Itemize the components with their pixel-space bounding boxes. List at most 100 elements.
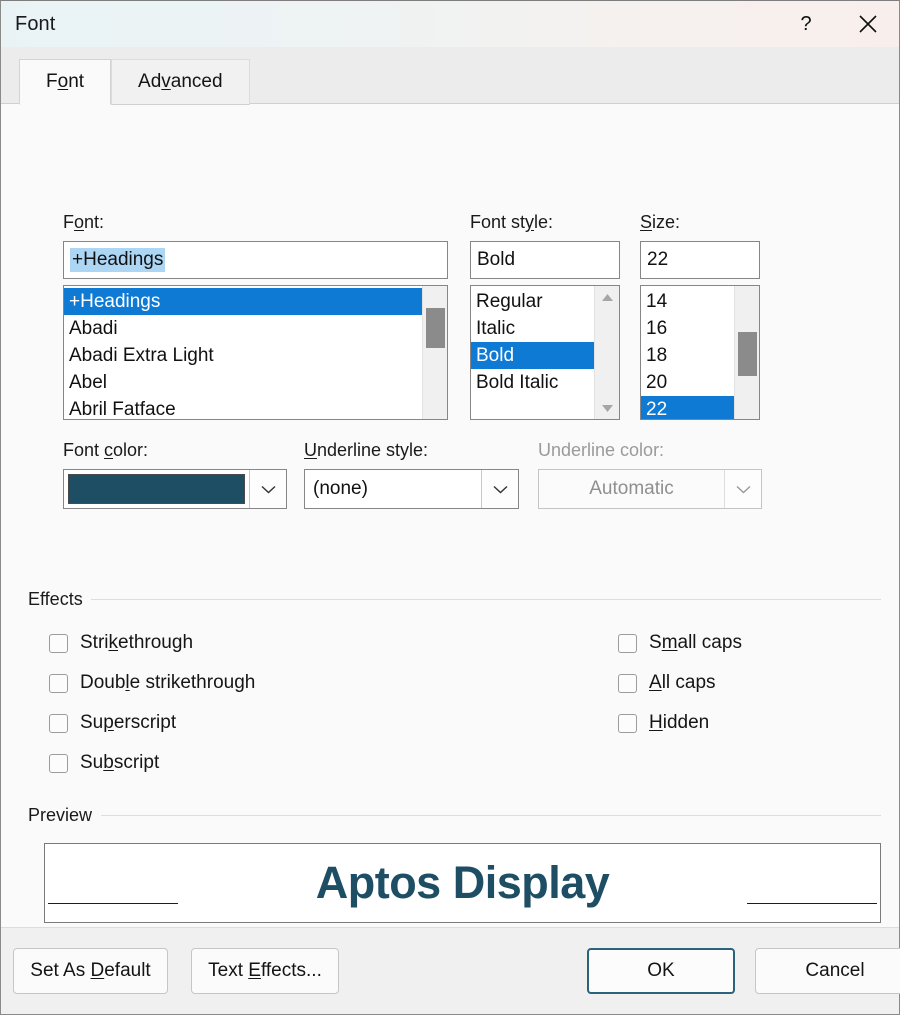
- checkbox-small-caps[interactable]: Small caps: [618, 623, 742, 663]
- font-color-swatch: [68, 474, 245, 504]
- underline-style-combo[interactable]: (none): [304, 469, 519, 509]
- checkbox-icon[interactable]: [49, 634, 68, 653]
- checkbox-strikethrough[interactable]: Strikethrough: [49, 623, 255, 663]
- preview-box: Aptos Display: [44, 843, 881, 923]
- list-item[interactable]: 14: [641, 288, 734, 315]
- checkbox-double-strikethrough[interactable]: Double strikethrough: [49, 663, 255, 703]
- font-style-group: Font style: Bold Regular Italic Bold Bol…: [470, 212, 620, 420]
- preview-group-divider: [101, 815, 881, 816]
- underline-color-combo: Automatic: [538, 469, 762, 509]
- list-item[interactable]: Abadi Extra Light: [64, 342, 422, 369]
- font-size-label: Size:: [640, 212, 760, 233]
- list-item[interactable]: Abadi: [64, 315, 422, 342]
- list-item[interactable]: Bold Italic: [471, 369, 594, 396]
- list-item[interactable]: 18: [641, 342, 734, 369]
- text-effects-button[interactable]: Text Effects...: [191, 948, 339, 994]
- checkbox-label: Double strikethrough: [80, 672, 255, 694]
- checkbox-icon[interactable]: [618, 634, 637, 653]
- font-color-label: Font color:: [63, 440, 287, 461]
- list-item[interactable]: 16: [641, 315, 734, 342]
- font-style-scrollbar[interactable]: [594, 286, 619, 419]
- checkbox-label: All caps: [649, 672, 716, 694]
- underline-style-value: (none): [305, 470, 481, 508]
- close-icon[interactable]: [845, 1, 891, 47]
- cancel-label: Cancel: [805, 960, 864, 982]
- dialog-title: Font: [15, 13, 55, 36]
- checkbox-icon[interactable]: [618, 674, 637, 693]
- effects-left-column: Strikethrough Double strikethrough Super…: [49, 623, 255, 783]
- checkbox-icon[interactable]: [49, 754, 68, 773]
- font-size-input[interactable]: 22: [640, 241, 760, 279]
- scrollbar-thumb[interactable]: [426, 308, 445, 348]
- set-as-default-label: Set As Default: [30, 960, 150, 982]
- tab-advanced-label: Advanced: [138, 71, 223, 93]
- underline-color-label: Underline color:: [538, 440, 762, 461]
- underline-style-group: Underline style: (none): [304, 440, 519, 509]
- font-style-listbox[interactable]: Regular Italic Bold Bold Italic: [470, 285, 620, 420]
- checkbox-hidden[interactable]: Hidden: [618, 703, 742, 743]
- font-style-label: Font style:: [470, 212, 620, 233]
- font-selection-row: Font: +Headings +Headings Abadi Abadi Ex…: [63, 212, 899, 420]
- list-item[interactable]: +Headings: [64, 288, 422, 315]
- underline-style-label: Underline style:: [304, 440, 519, 461]
- list-item[interactable]: 22: [641, 396, 734, 419]
- checkbox-all-caps[interactable]: All caps: [618, 663, 742, 703]
- list-item[interactable]: Abril Fatface: [64, 396, 422, 419]
- list-item[interactable]: Bold: [471, 342, 594, 369]
- preview-rule-left: [48, 903, 178, 904]
- font-label: Font:: [63, 212, 448, 233]
- help-icon[interactable]: ?: [783, 1, 829, 47]
- font-color-swatch-wrap: [64, 470, 249, 508]
- font-style-input[interactable]: Bold: [470, 241, 620, 279]
- underline-color-group: Underline color: Automatic: [538, 440, 762, 509]
- font-color-group: Font color:: [63, 440, 287, 509]
- color-row: Font color: Underline style: (none): [63, 440, 899, 509]
- checkbox-subscript[interactable]: Subscript: [49, 743, 255, 783]
- scroll-up-icon[interactable]: [595, 286, 620, 308]
- cancel-button[interactable]: Cancel: [755, 948, 900, 994]
- font-listbox[interactable]: +Headings Abadi Abadi Extra Light Abel A…: [63, 285, 448, 420]
- scroll-down-icon[interactable]: [595, 397, 620, 419]
- checkbox-icon[interactable]: [49, 674, 68, 693]
- font-style-list-items: Regular Italic Bold Bold Italic: [471, 286, 594, 419]
- preview-rule-right: [747, 903, 877, 904]
- ok-button[interactable]: OK: [587, 948, 735, 994]
- footer-bar: Set As Default Text Effects... OK Cancel: [1, 928, 899, 1014]
- chevron-down-icon[interactable]: [249, 470, 286, 508]
- font-input-value: +Headings: [70, 248, 165, 272]
- checkbox-icon[interactable]: [618, 714, 637, 733]
- font-color-combo[interactable]: [63, 469, 287, 509]
- checkbox-superscript[interactable]: Superscript: [49, 703, 255, 743]
- list-item[interactable]: Abel: [64, 369, 422, 396]
- font-size-scrollbar[interactable]: [734, 286, 759, 419]
- scrollbar-thumb[interactable]: [738, 332, 757, 376]
- dialog-body: Font: +Headings +Headings Abadi Abadi Ex…: [1, 103, 899, 927]
- font-list-scrollbar[interactable]: [422, 286, 447, 419]
- tab-strip: Font Advanced: [1, 47, 899, 104]
- tab-font[interactable]: Font: [19, 59, 111, 105]
- chevron-down-icon[interactable]: [481, 470, 518, 508]
- checkbox-icon[interactable]: [49, 714, 68, 733]
- tab-advanced[interactable]: Advanced: [111, 59, 250, 105]
- chevron-down-icon: [724, 470, 761, 508]
- list-item[interactable]: Italic: [471, 315, 594, 342]
- effects-group-label: Effects: [28, 589, 91, 610]
- checkbox-label: Superscript: [80, 712, 176, 734]
- preview-sample-text: Aptos Display: [178, 857, 747, 909]
- font-group: Font: +Headings +Headings Abadi Abadi Ex…: [63, 212, 448, 420]
- checkbox-label: Subscript: [80, 752, 159, 774]
- list-item[interactable]: Regular: [471, 288, 594, 315]
- checkbox-label: Hidden: [649, 712, 709, 734]
- font-size-input-value: 22: [647, 249, 668, 271]
- effects-group-divider: [28, 599, 881, 600]
- font-dialog: Font ? Font Advanced Font: +Headings: [0, 0, 900, 1015]
- font-style-input-value: Bold: [477, 249, 515, 271]
- font-size-listbox[interactable]: 14 16 18 20 22: [640, 285, 760, 420]
- text-effects-label: Text Effects...: [208, 960, 322, 982]
- set-as-default-button[interactable]: Set As Default: [13, 948, 168, 994]
- list-item[interactable]: 20: [641, 369, 734, 396]
- checkbox-label: Small caps: [649, 632, 742, 654]
- font-input[interactable]: +Headings: [63, 241, 448, 279]
- tab-font-label: Font: [46, 71, 84, 93]
- underline-color-value: Automatic: [539, 470, 724, 508]
